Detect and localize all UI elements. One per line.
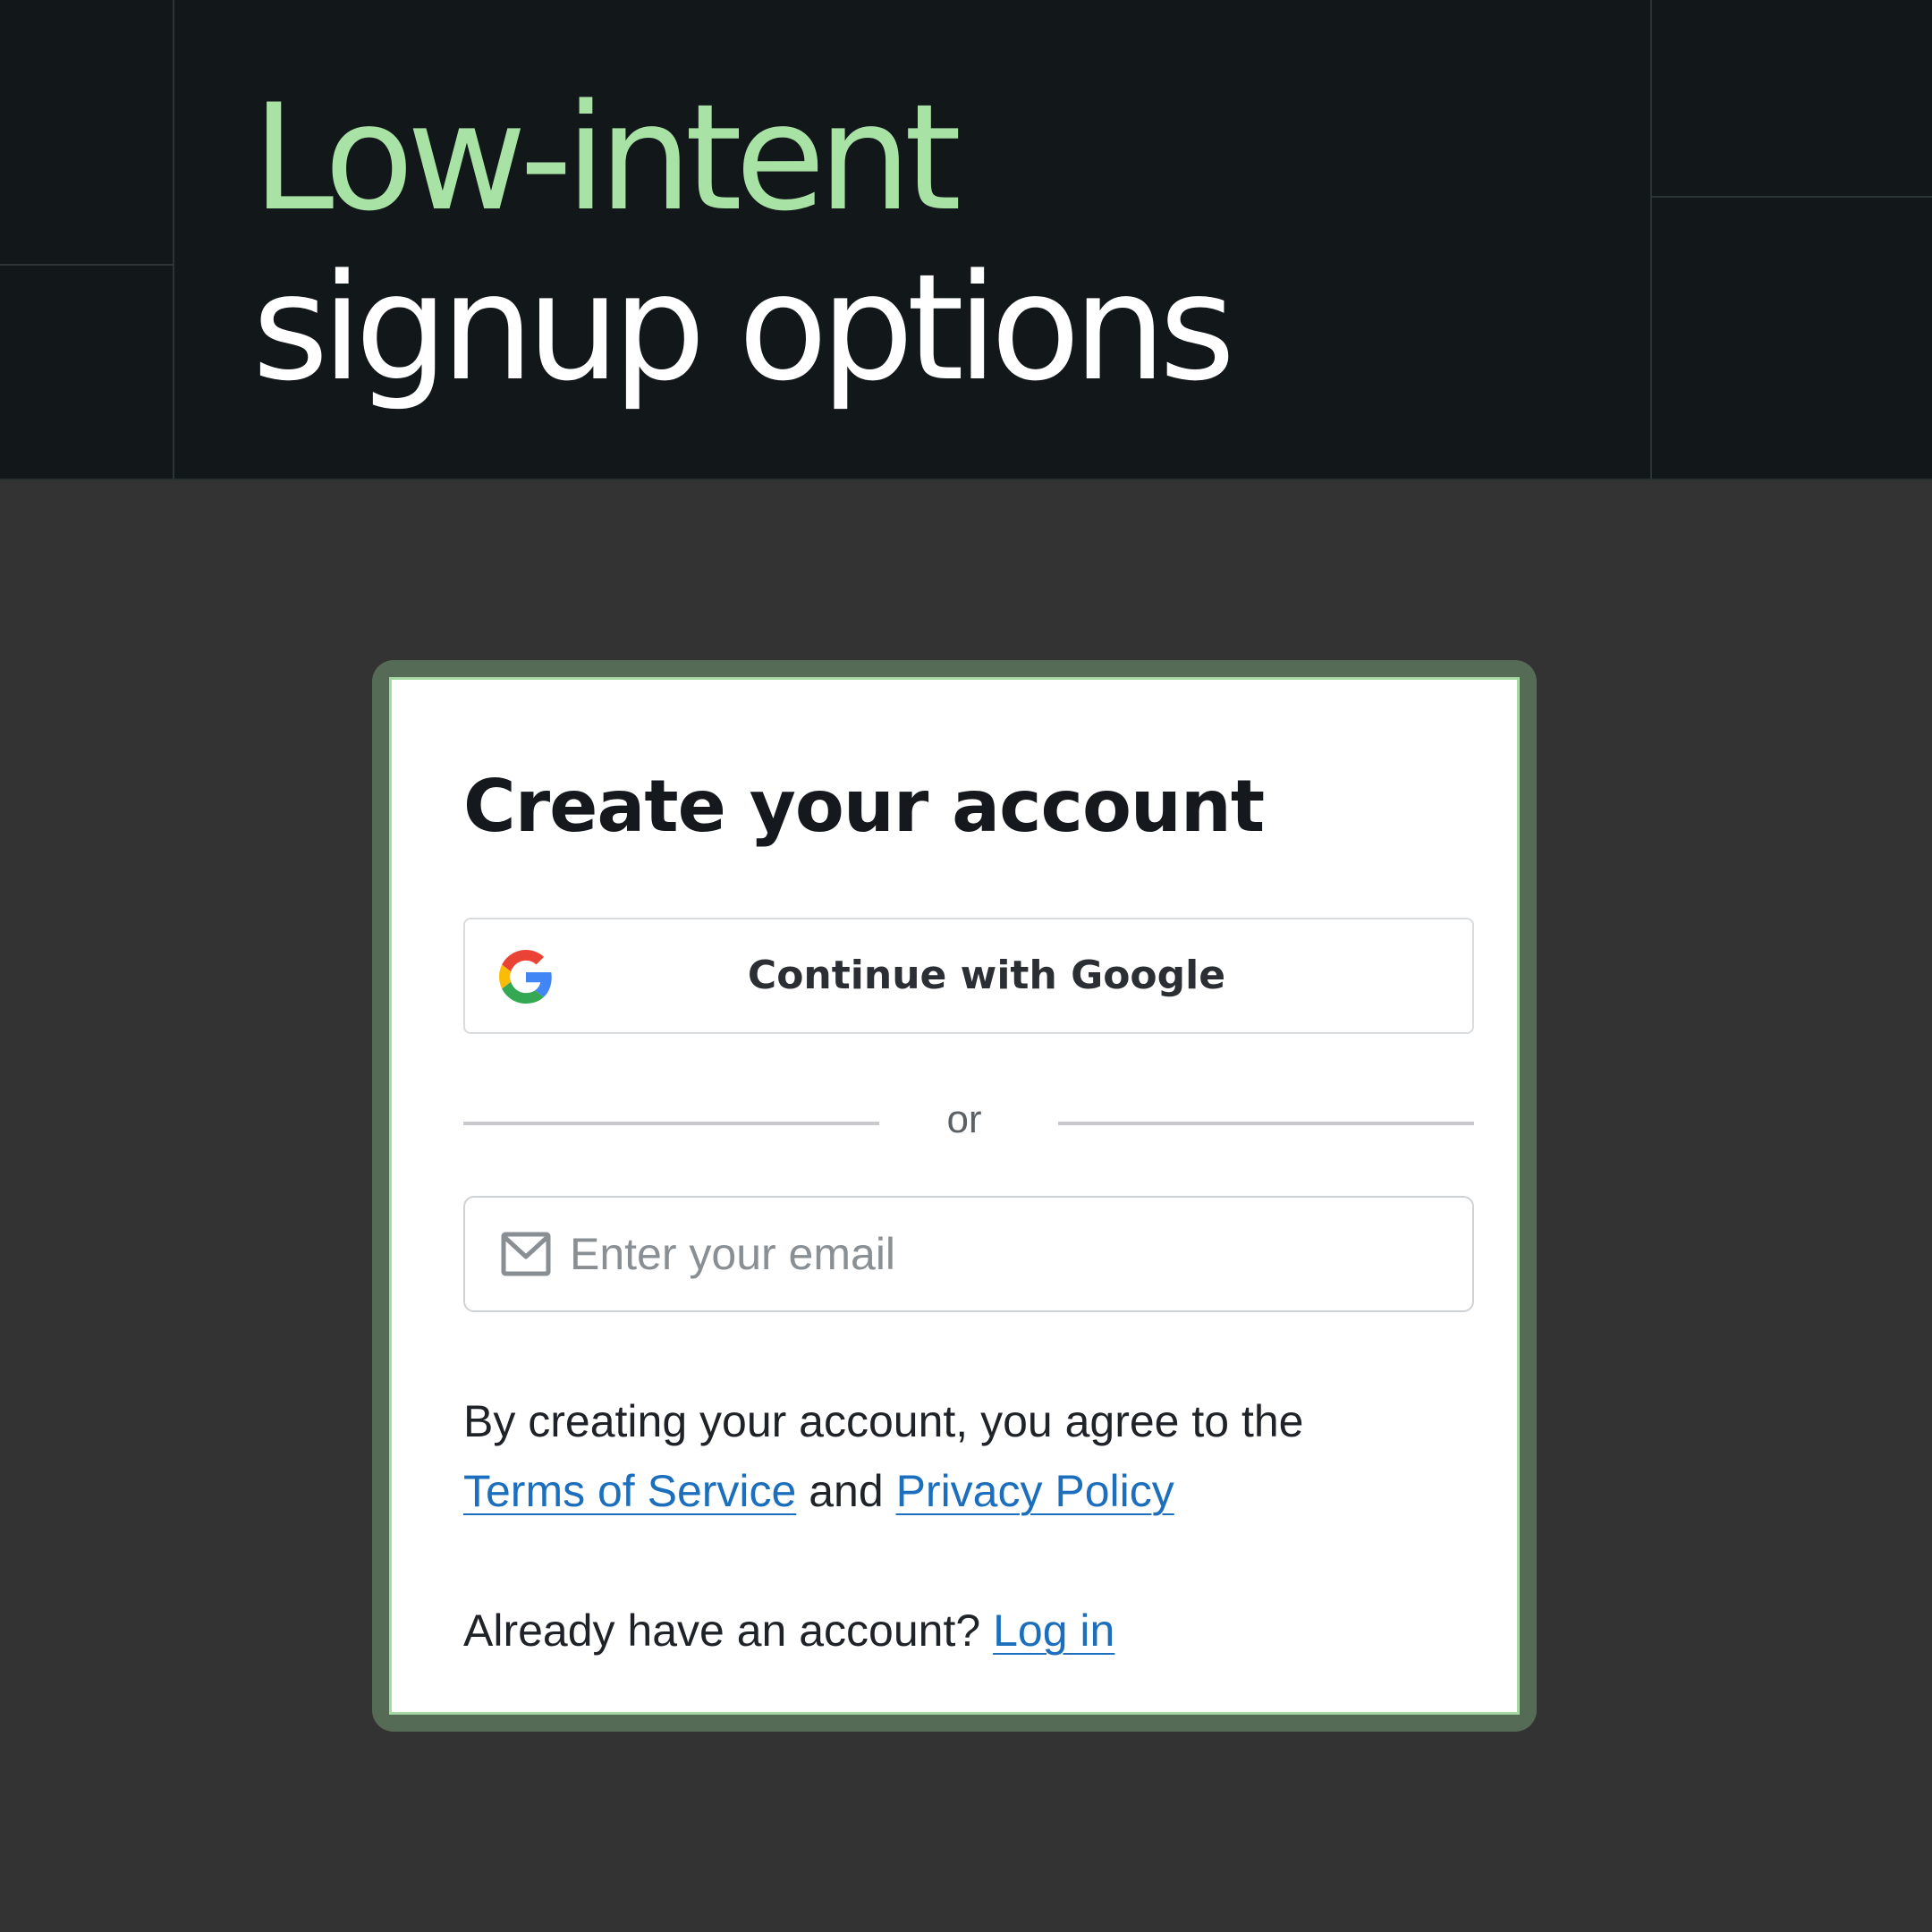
- terms-notice: By creating your account, you agree to t…: [463, 1386, 1465, 1526]
- grid-line-right-horizontal: [1650, 196, 1932, 198]
- email-input[interactable]: [570, 1216, 1446, 1292]
- login-prompt-text: Already have an account?: [463, 1606, 981, 1656]
- divider-line-right: [1058, 1122, 1474, 1125]
- google-button-label: Continue with Google: [747, 953, 1226, 998]
- grid-line-right-vertical: [1650, 0, 1652, 480]
- headline-line-2: signup options: [252, 242, 1235, 413]
- divider-or-text: or: [946, 1097, 982, 1141]
- mail-icon: [501, 1232, 551, 1276]
- headline-line-1: Low-intent: [252, 72, 962, 243]
- continue-with-google-button[interactable]: Continue with Google: [463, 918, 1474, 1034]
- header-banner: Low-intent signup options: [0, 0, 1932, 480]
- signup-title: Create your account: [463, 765, 1265, 848]
- grid-line-left-horizontal: [0, 264, 174, 266]
- terms-prefix-text: By creating your account, you agree to t…: [463, 1396, 1304, 1446]
- divider-line-left: [463, 1122, 879, 1125]
- log-in-link[interactable]: Log in: [993, 1606, 1114, 1656]
- privacy-policy-link[interactable]: Privacy Policy: [896, 1466, 1174, 1516]
- terms-and-text: and: [809, 1466, 884, 1516]
- signup-card: Create your account Continue with Google…: [389, 677, 1520, 1715]
- page-headline: Low-intent signup options: [252, 72, 1235, 413]
- grid-line-left-vertical: [173, 0, 174, 480]
- email-field[interactable]: [463, 1196, 1474, 1312]
- login-prompt-row: Already have an account? Log in: [463, 1596, 1114, 1665]
- terms-of-service-link[interactable]: Terms of Service: [463, 1466, 796, 1516]
